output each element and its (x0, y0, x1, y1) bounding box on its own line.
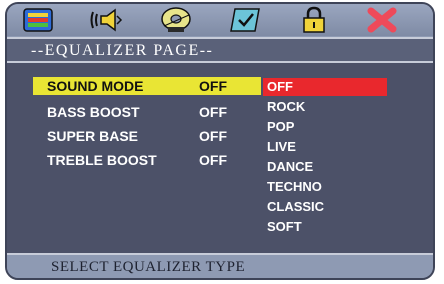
eq-option-selected[interactable]: OFF (263, 78, 387, 96)
settings-panel: SOUND MODE OFF BASS BOOST OFF SUPER BASE… (7, 63, 433, 253)
page-title-bar: --EQUALIZER PAGE-- (7, 37, 433, 63)
eq-option-classic[interactable]: CLASSIC (267, 199, 324, 215)
setting-value: OFF (199, 78, 227, 94)
dvd-setup-menu: --EQUALIZER PAGE-- SOUND MODE OFF BASS B… (5, 2, 435, 280)
eq-option-live[interactable]: LIVE (267, 139, 296, 155)
toolbar (7, 4, 433, 36)
eq-option-pop[interactable]: POP (267, 119, 294, 135)
setting-value-super-base: OFF (199, 128, 227, 144)
setting-row-sound-mode[interactable]: SOUND MODE OFF (33, 77, 261, 95)
eq-option-techno[interactable]: TECHNO (267, 179, 322, 195)
audio-speaker-icon[interactable] (89, 6, 123, 34)
lock-icon[interactable] (297, 6, 331, 34)
setting-value-bass-boost: OFF (199, 104, 227, 120)
status-bar: SELECT EQUALIZER TYPE (7, 253, 433, 278)
setting-label-super-base[interactable]: SUPER BASE (47, 127, 138, 145)
setting-label-treble-boost[interactable]: TREBLE BOOST (47, 151, 157, 169)
setting-label-bass-boost[interactable]: BASS BOOST (47, 103, 140, 121)
eq-option-dance[interactable]: DANCE (267, 159, 313, 175)
page-title: --EQUALIZER PAGE-- (31, 42, 214, 59)
eq-option-label: OFF (267, 79, 293, 94)
status-text: SELECT EQUALIZER TYPE (51, 259, 246, 275)
preference-checkbox-icon[interactable] (229, 6, 263, 34)
disc-icon[interactable] (159, 6, 193, 34)
eq-option-rock[interactable]: ROCK (267, 99, 305, 115)
eq-option-soft[interactable]: SOFT (267, 219, 302, 235)
picture-settings-icon[interactable] (21, 6, 55, 34)
setting-value-treble-boost: OFF (199, 152, 227, 168)
exit-icon[interactable] (365, 6, 399, 34)
setting-label: SOUND MODE (47, 78, 144, 94)
